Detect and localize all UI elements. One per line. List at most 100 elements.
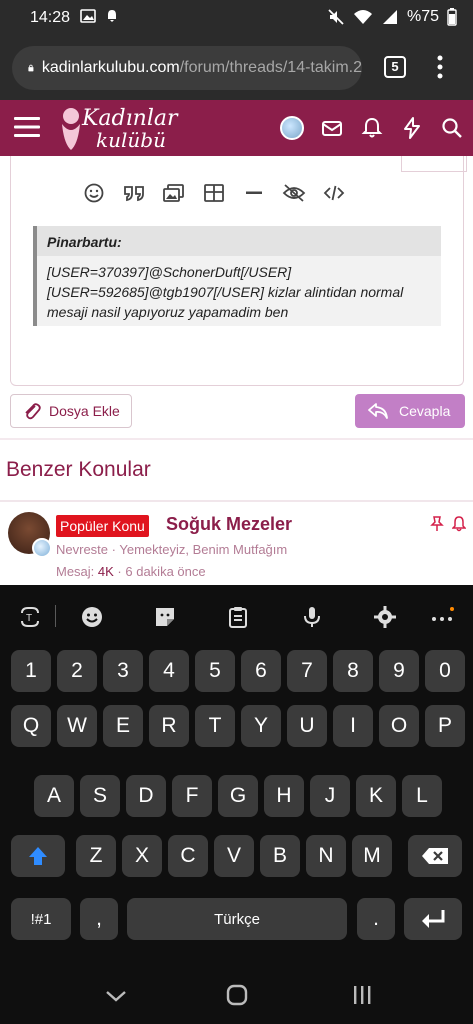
url-bar[interactable]: kadinlarkulubu.com/forum/threads/14-taki… [12, 46, 362, 90]
url-path: /forum/threads/14-takim.2 [179, 59, 362, 76]
user-avatar[interactable] [280, 116, 304, 140]
spoiler-button[interactable] [281, 180, 307, 206]
key-n[interactable]: N [306, 835, 346, 877]
attach-file-button[interactable]: Dosya Ekle [10, 394, 132, 428]
more-options-icon[interactable] [430, 605, 454, 629]
key-7[interactable]: 7 [287, 650, 327, 692]
enter-key[interactable] [404, 898, 462, 940]
key-v[interactable]: V [214, 835, 254, 877]
key-2[interactable]: 2 [57, 650, 97, 692]
similar-threads-heading: Benzer Konular [6, 458, 151, 481]
settings-gear-icon[interactable] [373, 605, 397, 629]
key-m[interactable]: M [352, 835, 392, 877]
last-poster-avatar[interactable] [32, 538, 52, 558]
key-p[interactable]: P [425, 705, 465, 747]
key-s[interactable]: S [80, 775, 120, 817]
key-9[interactable]: 9 [379, 650, 419, 692]
microphone-icon[interactable] [300, 605, 324, 629]
key-b[interactable]: B [260, 835, 300, 877]
key-w[interactable]: W [57, 705, 97, 747]
quote-line: [USER=592685]@tgb1907[/USER] kizlar alin… [47, 284, 404, 300]
emoji-keyboard-icon[interactable] [80, 605, 104, 629]
key-c[interactable]: C [168, 835, 208, 877]
key-o[interactable]: O [379, 705, 419, 747]
space-key[interactable]: Türkçe [127, 898, 347, 940]
key-a[interactable]: A [34, 775, 74, 817]
horizontal-line-button[interactable] [241, 180, 267, 206]
nav-recents-icon[interactable] [352, 985, 372, 1005]
backspace-key[interactable] [408, 835, 462, 877]
key-j[interactable]: J [310, 775, 350, 817]
insert-image-button[interactable] [161, 180, 187, 206]
overflow-menu-icon[interactable] [432, 54, 448, 80]
key-f[interactable]: F [172, 775, 212, 817]
key-q[interactable]: Q [11, 705, 51, 747]
replies-label: Mesaj: [56, 564, 98, 579]
key-0[interactable]: 0 [425, 650, 465, 692]
bolt-icon[interactable] [400, 116, 424, 140]
key-5[interactable]: 5 [195, 650, 235, 692]
symbols-key[interactable]: !#1 [11, 898, 71, 940]
insert-table-button[interactable] [201, 180, 227, 206]
message-editor[interactable]: Pinarbartu: [USER=370397]@SchonerDuft[/U… [10, 156, 467, 386]
reply-button[interactable]: Cevapla [355, 394, 465, 428]
key-x[interactable]: X [122, 835, 162, 877]
quote-line: mesaji nasil yapıyoruz yapamadim ben [47, 304, 289, 320]
thread-title-link[interactable]: Soğuk Mezeler [166, 514, 292, 535]
tab-switcher-button[interactable]: 5 [384, 56, 406, 78]
editor-toggle-box[interactable] [401, 156, 467, 172]
popular-badge: Popüler Konu [56, 515, 149, 537]
keyboard-toolbar: T [0, 585, 473, 645]
bell-icon[interactable] [360, 116, 384, 140]
key-t[interactable]: T [195, 705, 235, 747]
site-header: Kadınlar kulübü [0, 100, 473, 156]
key-d[interactable]: D [126, 775, 166, 817]
comma-key[interactable]: , [80, 898, 118, 940]
last-post-time[interactable]: 6 dakika önce [125, 564, 205, 579]
period-key[interactable]: . [357, 898, 395, 940]
nav-home-icon[interactable] [226, 984, 248, 1006]
signal-icon [382, 10, 397, 24]
section-divider [0, 438, 473, 440]
thread-forum-link[interactable]: Yemekteyiz, Benim Mutfağım [119, 542, 287, 557]
key-g[interactable]: G [218, 775, 258, 817]
svg-text:T: T [26, 613, 32, 624]
key-r[interactable]: R [149, 705, 189, 747]
soft-keyboard: T 1 2 3 4 5 6 7 8 9 0 Q W E R T Y U I O … [0, 585, 473, 968]
shift-key[interactable] [11, 835, 65, 877]
key-4[interactable]: 4 [149, 650, 189, 692]
key-3[interactable]: 3 [103, 650, 143, 692]
quote-button[interactable] [121, 180, 147, 206]
key-1[interactable]: 1 [11, 650, 51, 692]
key-6[interactable]: 6 [241, 650, 281, 692]
keyboard-toolbar-separator [55, 605, 56, 627]
key-l[interactable]: L [402, 775, 442, 817]
url-host: kadinlarkulubu.com [41, 59, 180, 76]
key-z[interactable]: Z [76, 835, 116, 877]
mute-icon [328, 9, 344, 25]
key-k[interactable]: K [356, 775, 396, 817]
inbox-icon[interactable] [320, 116, 344, 140]
key-y[interactable]: Y [241, 705, 281, 747]
text-translate-icon[interactable]: T [18, 605, 42, 629]
menu-icon[interactable] [14, 116, 40, 138]
emoji-button[interactable] [81, 180, 107, 206]
thread-item[interactable]: Popüler Konu Soğuk Mezeler Nevreste · Ye… [0, 502, 473, 584]
search-icon[interactable] [440, 116, 464, 140]
clipboard-icon[interactable] [226, 605, 250, 629]
key-i[interactable]: I [333, 705, 373, 747]
status-bar: 14:28 %75 [0, 0, 473, 36]
quote-line: [USER=370397]@SchonerDuft[/USER] [47, 264, 292, 280]
thread-author-link[interactable]: Nevreste [56, 542, 108, 557]
page: 14:28 %75 kadinlarkulubu.com/forum/threa… [0, 0, 473, 1024]
sticker-icon[interactable] [153, 605, 177, 629]
code-button[interactable] [321, 180, 347, 206]
nav-back-chevron-icon[interactable] [104, 986, 128, 1006]
stats-separator: · [113, 564, 126, 579]
key-e[interactable]: E [103, 705, 143, 747]
key-8[interactable]: 8 [333, 650, 373, 692]
site-logo[interactable]: Kadınlar kulübü [56, 104, 186, 152]
thread-stats: Mesaj: 4K · 6 dakika önce [56, 564, 206, 579]
key-h[interactable]: H [264, 775, 304, 817]
key-u[interactable]: U [287, 705, 327, 747]
